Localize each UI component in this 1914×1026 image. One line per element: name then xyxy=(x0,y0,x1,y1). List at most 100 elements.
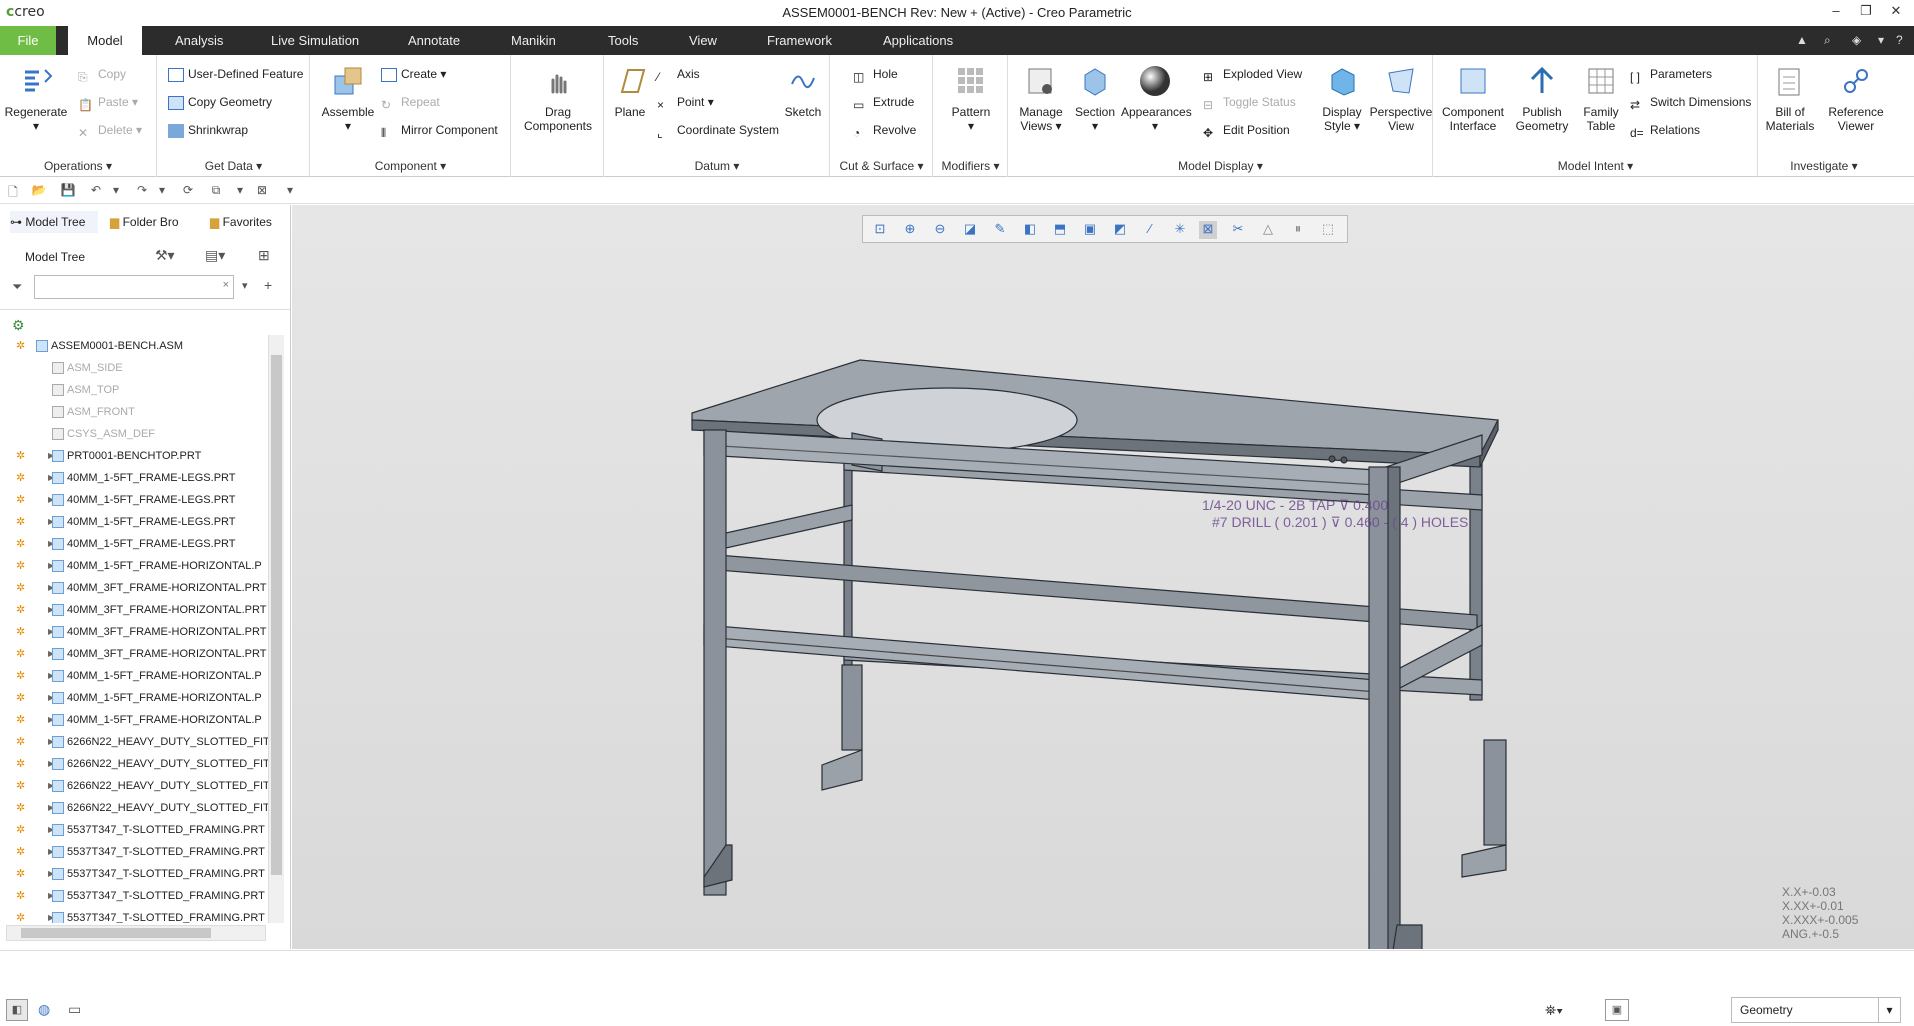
customize-toolbar-icon[interactable]: ▾ xyxy=(282,183,298,199)
shrinkwrap-button[interactable]: Shrinkwrap xyxy=(168,121,248,139)
new-file-icon[interactable]: 🗋 xyxy=(5,183,21,199)
tree-item-part[interactable]: ✲▶PRT0001-BENCHTOP.PRT xyxy=(6,445,286,467)
copy-geometry-button[interactable]: Copy Geometry xyxy=(168,93,272,111)
udf-button[interactable]: User-Defined Feature xyxy=(168,65,303,83)
help-icon[interactable]: ? xyxy=(1896,33,1903,47)
manage-views-button[interactable]: Manage Views ▾ xyxy=(1013,61,1069,133)
relations-button[interactable]: d= Relations xyxy=(1630,121,1700,140)
find-icon[interactable]: ⛯▾ xyxy=(1545,997,1585,1023)
display-style-button[interactable]: Display Style ▾ xyxy=(1317,61,1367,133)
tree-item-part[interactable]: ✲▶40MM_3FT_FRAME-HORIZONTAL.PRT xyxy=(6,643,286,665)
model-intent-group-label[interactable]: Model Intent ▾ xyxy=(1434,159,1757,173)
hole-button[interactable]: ◫ Hole xyxy=(853,65,898,84)
undo-dropdown-icon[interactable]: ▾ xyxy=(108,183,124,199)
tree-item-part[interactable]: ✲▶40MM_1-5FT_FRAME-LEGS.PRT xyxy=(6,489,286,511)
tab-analysis[interactable]: Analysis xyxy=(163,26,235,55)
close-window-icon[interactable]: ⊠ xyxy=(254,183,270,199)
model-display-group-label[interactable]: Model Display ▾ xyxy=(1009,159,1432,173)
windows-dropdown-icon[interactable]: ▾ xyxy=(232,183,248,199)
close-button[interactable]: ✕ xyxy=(1882,3,1910,23)
windows-icon[interactable]: ⧉ xyxy=(208,183,224,199)
parameters-button[interactable]: [ ] Parameters xyxy=(1630,65,1712,84)
bench-model[interactable] xyxy=(292,205,1914,949)
reference-viewer-button[interactable]: Reference Viewer xyxy=(1823,61,1889,133)
component-group-label[interactable]: Component ▾ xyxy=(311,159,510,173)
tree-refresh-icon[interactable]: ⚙ xyxy=(12,317,25,334)
filter-dropdown-icon[interactable]: ▾ xyxy=(242,279,248,292)
tab-applications[interactable]: Applications xyxy=(871,26,965,55)
tree-item-part[interactable]: ✲▶6266N22_HEAVY_DUTY_SLOTTED_FITT xyxy=(6,797,286,819)
redo-dropdown-icon[interactable]: ▾ xyxy=(154,183,170,199)
mirror-component-button[interactable]: ⫴ Mirror Component xyxy=(381,121,498,140)
show-icon[interactable]: ▤▾ xyxy=(205,247,225,264)
full-screen-icon[interactable]: ▭ xyxy=(68,1001,81,1018)
sketch-button[interactable]: Sketch xyxy=(781,61,825,119)
tree-item-root[interactable]: ✲ ASSEM0001-BENCH.ASM xyxy=(6,335,286,357)
tree-filter-input[interactable]: × xyxy=(34,275,234,299)
delete-button[interactable]: ✕ Delete ▾ xyxy=(78,121,142,140)
tree-item-datum[interactable]: CSYS_ASM_DEF xyxy=(6,423,286,445)
save-icon[interactable]: 💾 xyxy=(60,183,76,199)
tab-file[interactable]: File xyxy=(0,26,56,55)
tab-annotate[interactable]: Annotate xyxy=(396,26,472,55)
open-file-icon[interactable]: 📂 xyxy=(31,183,47,199)
tree-item-part[interactable]: ✲▶40MM_1-5FT_FRAME-HORIZONTAL.P xyxy=(6,665,286,687)
tree-item-part[interactable]: ✲▶40MM_3FT_FRAME-HORIZONTAL.PRT xyxy=(6,599,286,621)
cut-surface-group-label[interactable]: Cut & Surface ▾ xyxy=(831,159,932,173)
chevron-down-icon[interactable]: ▾ xyxy=(1878,998,1900,1022)
minimize-button[interactable]: – xyxy=(1822,3,1850,23)
tree-item-part[interactable]: ✲▶5537T347_T-SLOTTED_FRAMING.PRT xyxy=(6,819,286,841)
revolve-button[interactable]: ◔ Revolve xyxy=(853,121,916,140)
scroll-thumb[interactable] xyxy=(271,355,282,875)
tab-model[interactable]: Model xyxy=(68,26,142,55)
tree-vertical-scrollbar[interactable] xyxy=(268,335,284,923)
tree-item-part[interactable]: ✲▶40MM_1-5FT_FRAME-HORIZONTAL.P xyxy=(6,555,286,577)
perspective-view-button[interactable]: Perspective View xyxy=(1369,61,1433,133)
tab-folder-browser[interactable]: ▆ Folder Bro xyxy=(110,211,179,233)
tree-item-part[interactable]: ✲▶5537T347_T-SLOTTED_FRAMING.PRT xyxy=(6,885,286,907)
tree-item-datum[interactable]: ASM_SIDE xyxy=(6,357,286,379)
tree-item-part[interactable]: ✲▶40MM_3FT_FRAME-HORIZONTAL.PRT xyxy=(6,621,286,643)
tree-item-datum[interactable]: ASM_TOP xyxy=(6,379,286,401)
tree-item-part[interactable]: ✲▶40MM_1-5FT_FRAME-HORIZONTAL.P xyxy=(6,709,286,731)
repeat-button[interactable]: ↻ Repeat xyxy=(381,93,440,112)
clear-filter-icon[interactable]: × xyxy=(223,279,229,291)
tab-manikin[interactable]: Manikin xyxy=(499,26,568,55)
navigator-toggle-icon[interactable]: ◧ xyxy=(6,999,28,1021)
tree-item-part[interactable]: ✲▶5537T347_T-SLOTTED_FRAMING.PRT xyxy=(6,863,286,885)
modifiers-group-label[interactable]: Modifiers ▾ xyxy=(934,159,1007,173)
tab-tools[interactable]: Tools xyxy=(596,26,650,55)
toggle-status-button[interactable]: ⊟ Toggle Status xyxy=(1203,93,1296,112)
tree-item-part[interactable]: ✲▶40MM_1-5FT_FRAME-LEGS.PRT xyxy=(6,511,286,533)
tree-item-part[interactable]: ✲▶40MM_1-5FT_FRAME-LEGS.PRT xyxy=(6,533,286,555)
drag-components-button[interactable]: Drag Components xyxy=(516,61,600,133)
operations-group-label[interactable]: Operations ▾ xyxy=(0,159,156,173)
tree-item-part[interactable]: ✲▶6266N22_HEAVY_DUTY_SLOTTED_FITT xyxy=(6,731,286,753)
tab-view[interactable]: View xyxy=(677,26,729,55)
datum-group-label[interactable]: Datum ▾ xyxy=(605,159,829,173)
add-filter-icon[interactable]: + xyxy=(264,277,272,293)
tree-item-part[interactable]: ✲▶40MM_3FT_FRAME-HORIZONTAL.PRT xyxy=(6,577,286,599)
tree-item-part[interactable]: ✲▶40MM_1-5FT_FRAME-HORIZONTAL.P xyxy=(6,687,286,709)
exploded-view-button[interactable]: ⊞ Exploded View xyxy=(1203,65,1302,84)
component-interface-button[interactable]: Component Interface xyxy=(1434,61,1512,133)
investigate-group-label[interactable]: Investigate ▾ xyxy=(1759,159,1889,173)
regenerate-quick-icon[interactable]: ⟳ xyxy=(180,183,196,199)
undo-icon[interactable]: ↶ xyxy=(88,183,104,199)
browser-toggle-icon[interactable]: ◍ xyxy=(38,1001,50,1018)
switch-dimensions-button[interactable]: ⇄ Switch Dimensions xyxy=(1630,93,1751,112)
selection-filter-dropdown[interactable]: Geometry ▾ xyxy=(1731,997,1901,1023)
edit-position-button[interactable]: ✥ Edit Position xyxy=(1203,121,1290,140)
tree-item-part[interactable]: ✲▶5537T347_T-SLOTTED_FRAMING.PRT xyxy=(6,841,286,863)
tree-item-part[interactable]: ✲▶5537T347_T-SLOTTED_FRAMING.PRT xyxy=(6,907,286,923)
appearances-button[interactable]: Appearances ▾ xyxy=(1121,61,1192,133)
family-table-button[interactable]: Family Table xyxy=(1574,61,1628,133)
pattern-button[interactable]: Pattern ▾ xyxy=(936,61,1006,133)
paste-button[interactable]: 📋 Paste ▾ xyxy=(78,93,138,112)
tree-item-part[interactable]: ✲▶6266N22_HEAVY_DUTY_SLOTTED_FITT xyxy=(6,775,286,797)
tree-columns-icon[interactable]: ⊞ xyxy=(258,247,270,264)
tab-live-simulation[interactable]: Live Simulation xyxy=(259,26,371,55)
tab-favorites[interactable]: ▆ Favorites xyxy=(210,211,272,233)
tab-model-tree[interactable]: ⊶ Model Tree xyxy=(10,211,98,233)
tree-horizontal-scrollbar[interactable] xyxy=(6,925,266,941)
